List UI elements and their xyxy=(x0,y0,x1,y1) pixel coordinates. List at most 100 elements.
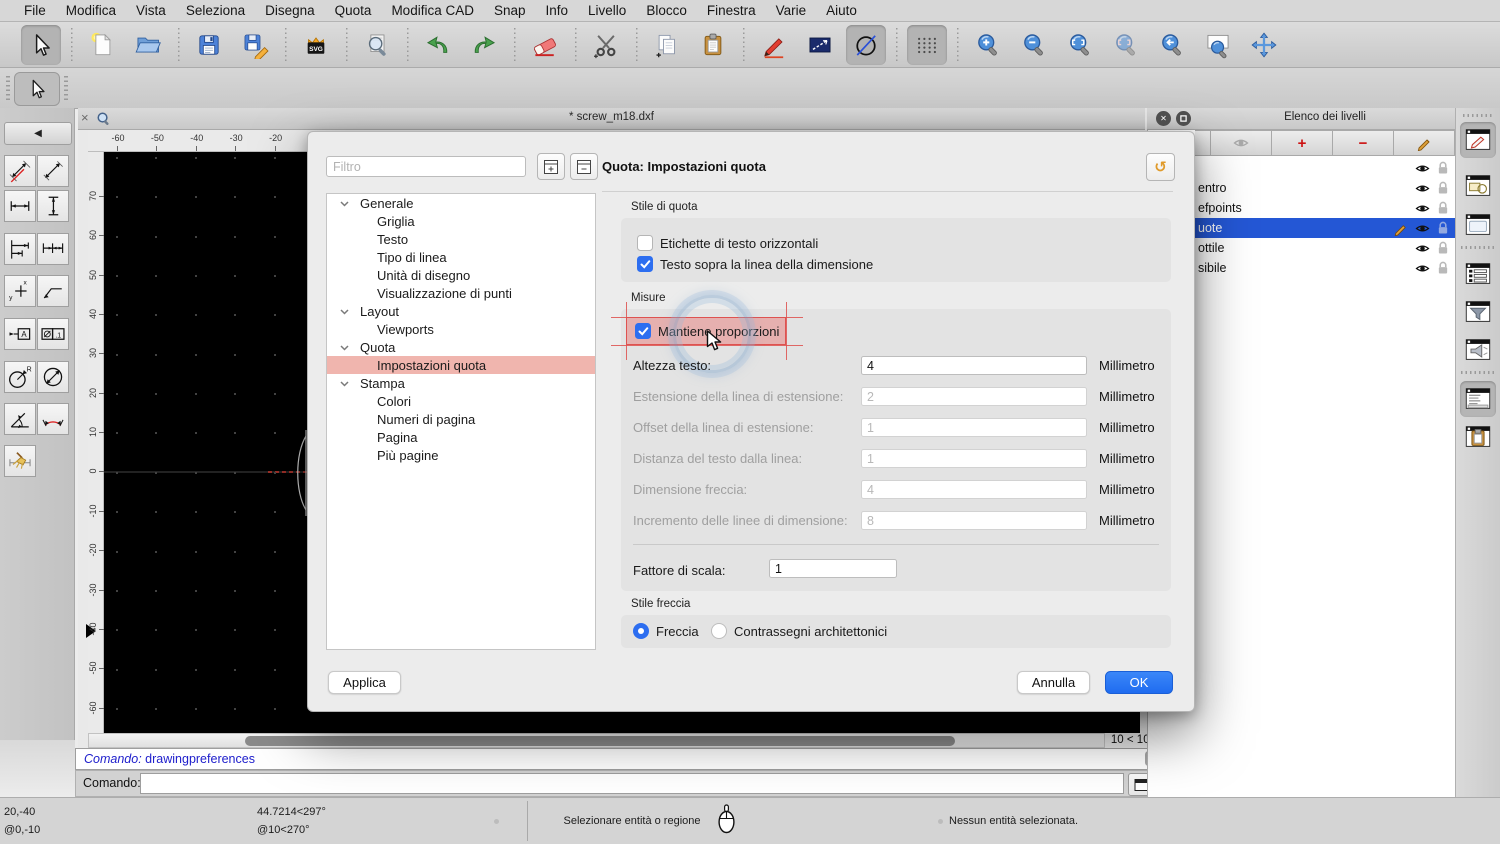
eye-icon[interactable] xyxy=(1415,163,1430,174)
paste-button[interactable] xyxy=(693,25,733,65)
tree-item-generale[interactable]: Generale xyxy=(327,194,595,212)
svg-export-button[interactable]: SVG xyxy=(296,25,336,65)
dim-horizontal-tool-button[interactable] xyxy=(4,190,36,222)
arrow-style-option[interactable]: Freccia xyxy=(633,623,699,639)
layers-close-icon[interactable]: ✕ xyxy=(1156,111,1171,126)
collapse-all-button[interactable] xyxy=(570,153,598,180)
dim-baseline-tool-button[interactable] xyxy=(4,233,36,265)
tree-item-colori[interactable]: Colori xyxy=(327,392,595,410)
dim-vertical-tool-button[interactable] xyxy=(37,190,69,222)
menu-finestra[interactable]: Finestra xyxy=(697,0,766,22)
radio-button[interactable] xyxy=(633,623,649,639)
cancel-button[interactable]: Annulla xyxy=(1017,671,1090,694)
menu-livello[interactable]: Livello xyxy=(578,0,636,22)
tree-item-visualizzazione-di-punti[interactable]: Visualizzazione di punti xyxy=(327,284,595,302)
lock-icon[interactable] xyxy=(1437,221,1449,235)
keep-proportions-checkbox[interactable] xyxy=(635,323,651,339)
dim-style-checkbox-row[interactable]: Testo sopra la linea della dimensione xyxy=(637,256,873,272)
eye-icon[interactable] xyxy=(1415,223,1430,234)
menu-file[interactable]: File xyxy=(14,0,56,22)
draw-line-rectangle-button[interactable] xyxy=(800,25,840,65)
eraser-button[interactable] xyxy=(525,25,565,65)
dim-tolerance-tool-button[interactable]: .1 xyxy=(37,318,69,350)
menu-blocco[interactable]: Blocco xyxy=(636,0,697,22)
dim-style-checkbox-row[interactable]: Etichette di testo orizzontali xyxy=(637,235,818,251)
cut-button[interactable] xyxy=(586,25,626,65)
eye-icon[interactable] xyxy=(1415,203,1430,214)
layer-visibility-button[interactable] xyxy=(1211,130,1272,156)
eye-icon[interactable] xyxy=(1415,243,1430,254)
command-input[interactable] xyxy=(140,773,1124,794)
layer-row-sibile[interactable]: sibile xyxy=(1195,258,1455,278)
dim-aligned-tool-button[interactable] xyxy=(4,155,36,187)
expand-all-button[interactable] xyxy=(537,153,565,180)
layer-row-efpoints[interactable]: efpoints xyxy=(1195,198,1455,218)
document-tab-title[interactable]: * screw_m18.dxf xyxy=(78,111,1145,123)
menu-disegna[interactable]: Disegna xyxy=(255,0,325,22)
selection-tool-button[interactable] xyxy=(14,72,60,106)
horizontal-scrollbar-handle[interactable] xyxy=(245,736,955,746)
tree-item-griglia[interactable]: Griglia xyxy=(327,212,595,230)
tree-item-più-pagine[interactable]: Più pagine xyxy=(327,446,595,464)
zoom-in-button[interactable] xyxy=(968,25,1008,65)
ok-button[interactable]: OK xyxy=(1105,671,1173,694)
redo-button[interactable] xyxy=(464,25,504,65)
library-browser-toggle-button[interactable] xyxy=(1460,332,1496,368)
dim-leader-tool-button[interactable] xyxy=(37,275,69,307)
dim-ordinate-tool-button[interactable]: xy xyxy=(4,275,36,307)
print-preview-button[interactable] xyxy=(357,25,397,65)
undo-button[interactable] xyxy=(418,25,458,65)
zoom-window-button[interactable] xyxy=(1198,25,1238,65)
tree-item-tipo-di-linea[interactable]: Tipo di linea xyxy=(327,248,595,266)
selection-tool-button[interactable] xyxy=(21,25,61,65)
dim-radial-tool-button[interactable]: R xyxy=(4,361,36,393)
layer-row-ottile[interactable]: ottile xyxy=(1195,238,1455,258)
add-layer-button[interactable]: + xyxy=(1272,130,1333,156)
property-editor-toggle-button[interactable] xyxy=(1460,122,1496,158)
dim-diametric-tool-button[interactable] xyxy=(37,361,69,393)
lock-icon[interactable] xyxy=(1437,201,1449,215)
grid-toggle-button[interactable] xyxy=(907,25,947,65)
arrow-style-option[interactable]: Contrassegni architettonici xyxy=(711,623,887,639)
layer-row-uote[interactable]: uote xyxy=(1195,218,1455,238)
tree-item-impostazioni-quota[interactable]: Impostazioni quota xyxy=(327,356,595,374)
filter-input[interactable] xyxy=(326,156,526,177)
layer-row[interactable] xyxy=(1195,158,1455,178)
dim-label-tool-button[interactable]: A xyxy=(4,318,36,350)
layer-row-entro[interactable]: entro xyxy=(1195,178,1455,198)
save-button[interactable] xyxy=(189,25,229,65)
zoom-previous-button[interactable] xyxy=(1152,25,1192,65)
zoom-selection-button[interactable] xyxy=(1106,25,1146,65)
menu-modifica[interactable]: Modifica xyxy=(56,0,126,22)
palette-back-button[interactable]: ◀ xyxy=(4,122,72,145)
menu-modifica-cad[interactable]: Modifica CAD xyxy=(381,0,484,22)
checkbox[interactable] xyxy=(637,256,653,272)
dim-arc-length-tool-button[interactable] xyxy=(37,403,69,435)
checkbox[interactable] xyxy=(637,235,653,251)
menu-vista[interactable]: Vista xyxy=(126,0,176,22)
scale-factor-input[interactable] xyxy=(769,559,897,578)
block-list-toggle-button[interactable] xyxy=(1460,168,1496,204)
new-document-button[interactable] xyxy=(82,25,122,65)
tree-item-numeri-di-pagina[interactable]: Numeri di pagina xyxy=(327,410,595,428)
menu-aiuto[interactable]: Aiuto xyxy=(816,0,867,22)
remove-layer-button[interactable]: − xyxy=(1333,130,1394,156)
lock-icon[interactable] xyxy=(1437,261,1449,275)
lock-icon[interactable] xyxy=(1437,241,1449,255)
tree-item-testo[interactable]: Testo xyxy=(327,230,595,248)
menu-seleziona[interactable]: Seleziona xyxy=(176,0,255,22)
command-line-panel-toggle-button[interactable] xyxy=(1460,381,1496,417)
menu-info[interactable]: Info xyxy=(536,0,579,22)
menu-quota[interactable]: Quota xyxy=(325,0,382,22)
edit-layer-button[interactable] xyxy=(1394,130,1455,156)
preview-panel-toggle-button[interactable] xyxy=(1460,207,1496,243)
chevron-down-icon[interactable] xyxy=(340,345,349,351)
draw-line-freehand-button[interactable] xyxy=(754,25,794,65)
tree-item-stampa[interactable]: Stampa xyxy=(327,374,595,392)
reset-page-button[interactable]: ↺ xyxy=(1146,153,1175,181)
field-input-1[interactable] xyxy=(861,356,1087,375)
zoom-out-button[interactable] xyxy=(1014,25,1054,65)
clipboard-panel-toggle-button[interactable] xyxy=(1460,419,1496,455)
tree-item-layout[interactable]: Layout xyxy=(327,302,595,320)
chevron-down-icon[interactable] xyxy=(340,381,349,387)
